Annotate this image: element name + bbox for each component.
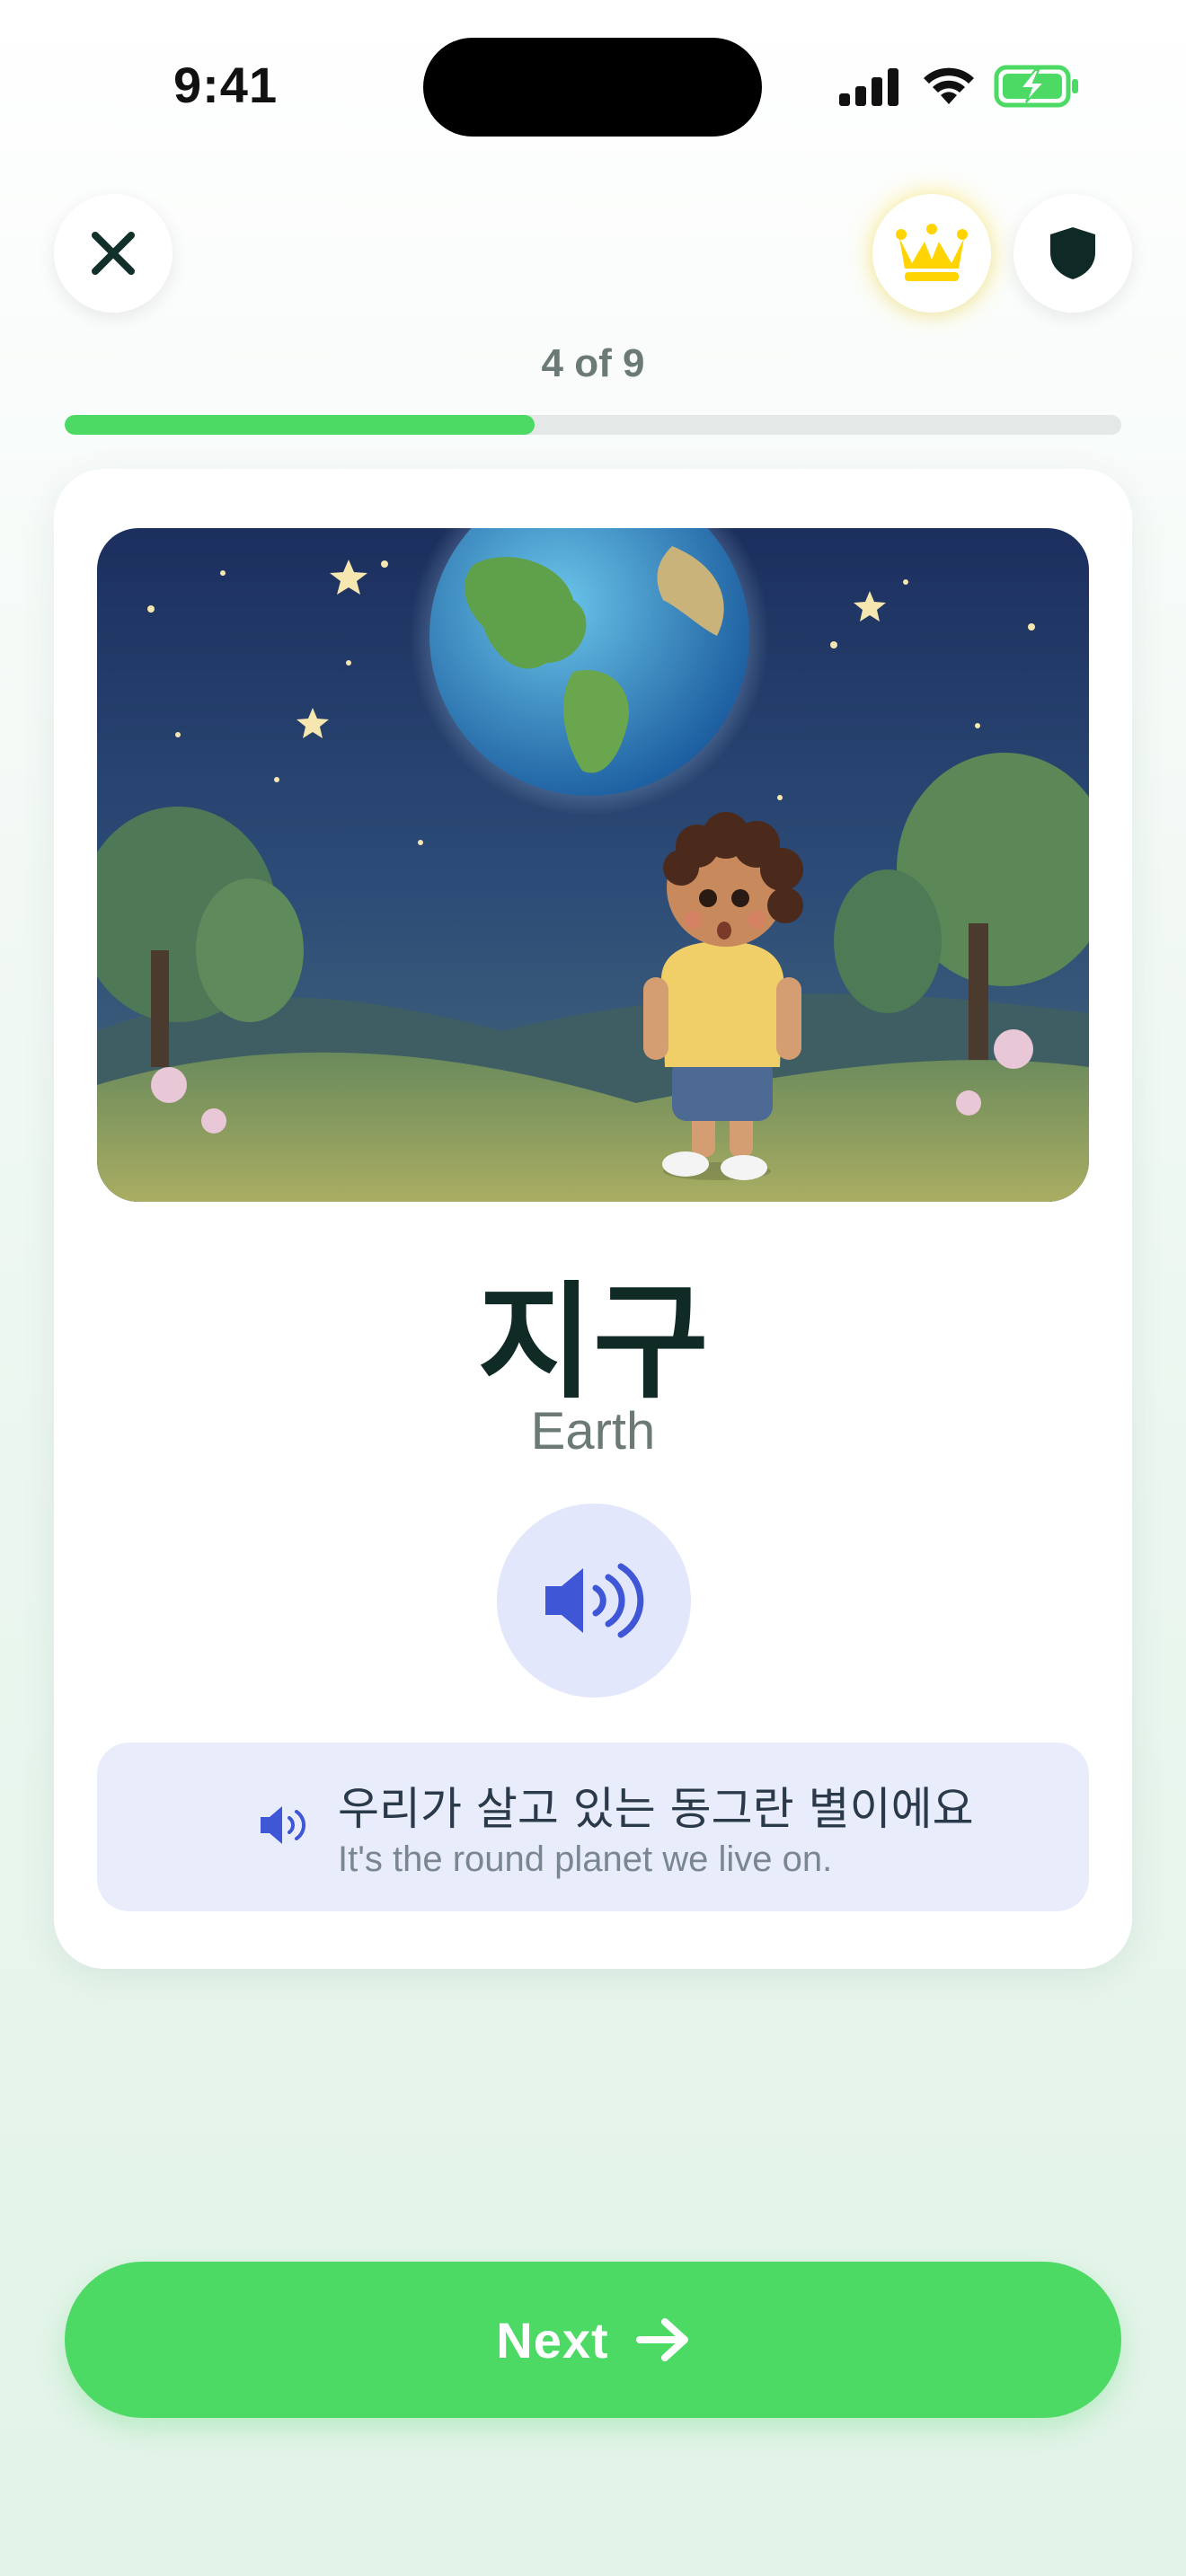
example-speaker-icon bbox=[261, 1806, 305, 1844]
play-word-audio-button[interactable] bbox=[497, 1504, 691, 1698]
status-icons bbox=[839, 65, 1082, 108]
next-button[interactable]: Next bbox=[65, 2262, 1121, 2418]
example-sentence[interactable]: 우리가 살고 있는 동그란 별이에요 It's the round planet… bbox=[97, 1742, 1089, 1911]
status-bar: 9:41 bbox=[0, 0, 1186, 171]
speaker-icon bbox=[545, 1563, 644, 1638]
example-korean: 우리가 살고 있는 동그란 별이에요 bbox=[338, 1783, 974, 1835]
wifi-icon bbox=[924, 67, 974, 104]
vocab-translation: Earth bbox=[530, 1402, 656, 1460]
crown-icon bbox=[896, 224, 968, 281]
arrow-right-icon bbox=[635, 2318, 688, 2361]
earth-illustration bbox=[97, 528, 1089, 1202]
dynamic-island bbox=[423, 38, 762, 137]
progress-label: 4 of 9 bbox=[541, 341, 645, 385]
next-label: Next bbox=[496, 2311, 609, 2369]
close-button[interactable] bbox=[54, 194, 173, 313]
premium-button[interactable] bbox=[872, 194, 991, 313]
vocab-word: 지구 bbox=[477, 1270, 709, 1416]
progress-bar bbox=[65, 415, 1121, 435]
example-english: It's the round planet we live on. bbox=[338, 1839, 833, 1879]
close-icon bbox=[92, 232, 135, 275]
shield-button[interactable] bbox=[1013, 194, 1132, 313]
shield-icon bbox=[1050, 227, 1095, 279]
signal-icon bbox=[839, 68, 898, 106]
status-time: 9:41 bbox=[173, 57, 279, 113]
progress-fill bbox=[65, 415, 535, 435]
battery-charging-icon bbox=[994, 65, 1078, 108]
flashcard: 지구 Earth 우리가 살고 있는 동그란 별이에요 It's the rou… bbox=[54, 469, 1132, 1969]
